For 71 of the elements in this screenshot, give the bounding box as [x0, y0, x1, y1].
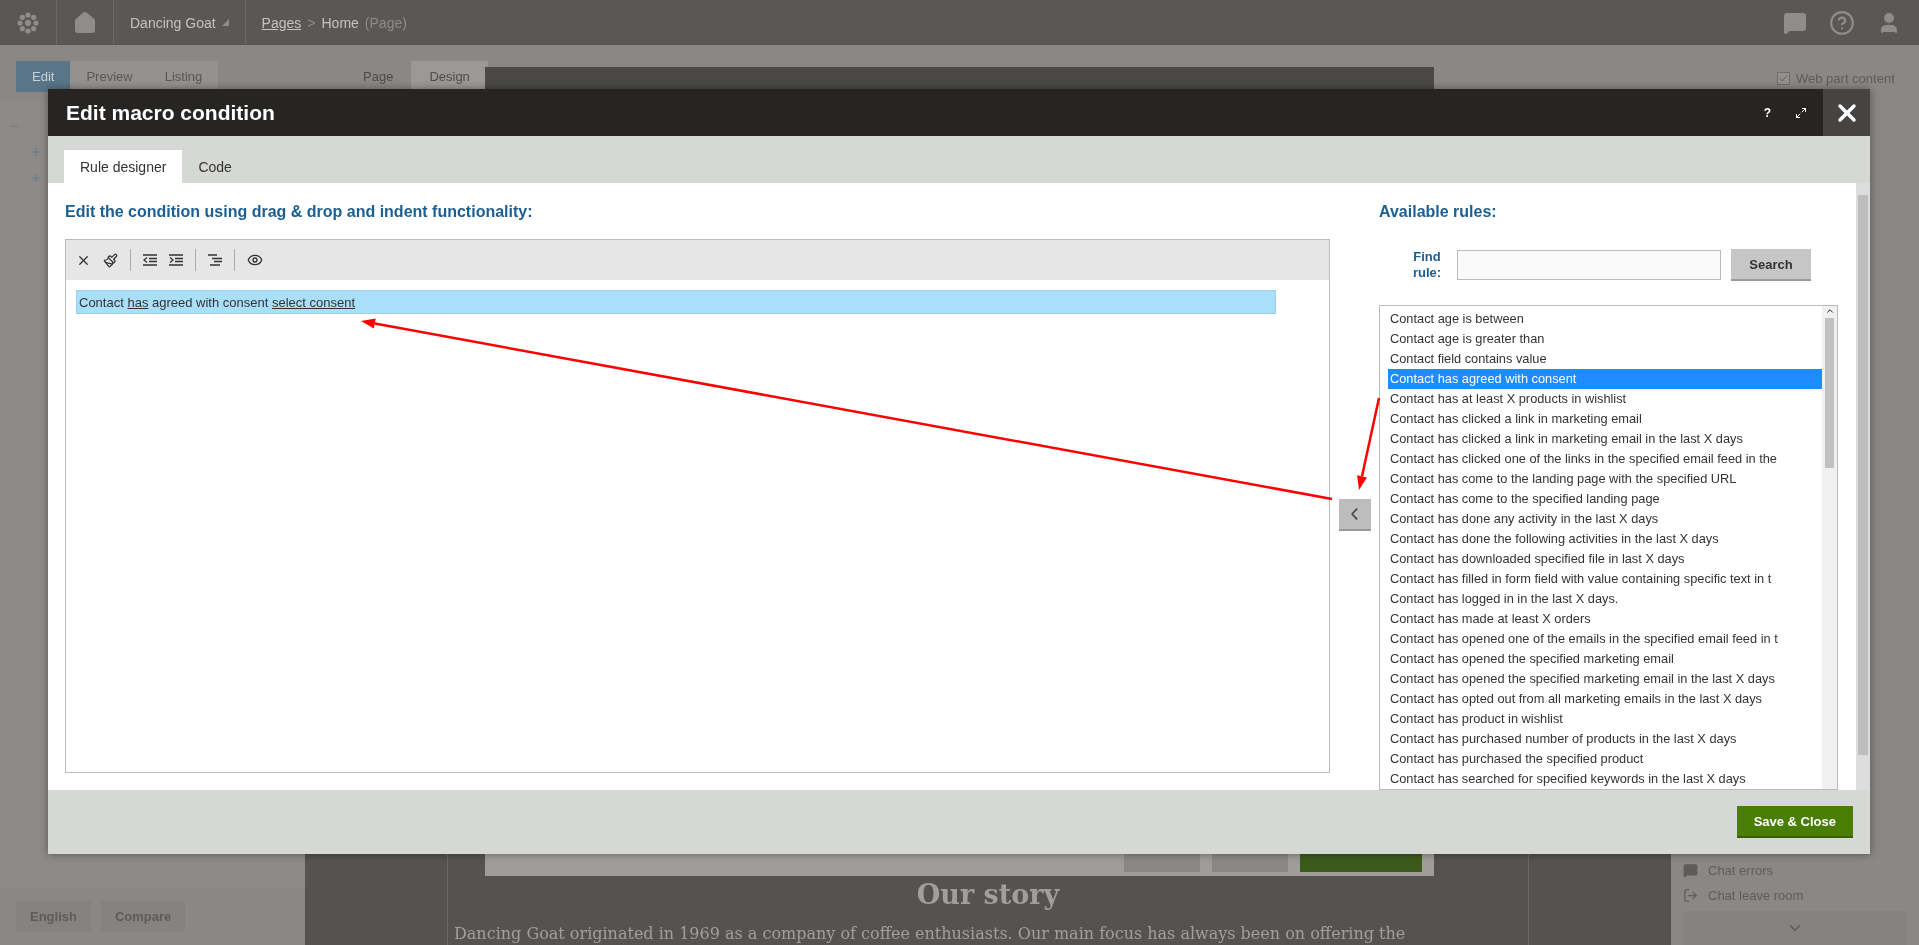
rule-item[interactable]: Contact age is between	[1388, 309, 1822, 329]
breadcrumb-current: Home	[321, 14, 359, 31]
section-heading: Edit the condition using drag & drop and indent functionality:	[65, 203, 534, 222]
help-button[interactable]: ?	[1763, 105, 1771, 120]
find-label: Find rule:	[1411, 249, 1443, 281]
rule-item[interactable]: Contact has product in wishlist	[1388, 709, 1822, 729]
rule-item[interactable]: Contact has opened one of the emails in the specified email feed in t	[1388, 629, 1822, 649]
rule-item[interactable]: Contact has searched for specified keywords in the last X days	[1388, 769, 1822, 789]
rule-item[interactable]: Contact has opened the specified marketing email	[1388, 649, 1822, 669]
outdent-icon[interactable]	[143, 254, 157, 266]
scrollbar[interactable]	[1856, 183, 1870, 790]
expand-icon[interactable]	[30, 146, 42, 158]
rule-item[interactable]: Contact has logged in in the last X days.	[1388, 589, 1822, 609]
help-icon[interactable]	[1829, 9, 1855, 36]
add-rule-button[interactable]	[1338, 499, 1371, 531]
condition-link[interactable]: select consent	[271, 294, 356, 310]
condition-row[interactable]: Contact has agreed with consent select consent	[76, 290, 1276, 314]
align-icon[interactable]	[208, 254, 222, 266]
scrollbar-thumb[interactable]	[1858, 195, 1868, 755]
rule-item[interactable]: Contact field contains value	[1388, 349, 1822, 369]
condition-text: Contact has agreed with consent select consent	[79, 294, 356, 310]
rule-item[interactable]: Contact has opened the specified marketing email in the last X days	[1388, 669, 1822, 689]
rule-item[interactable]: Contact has clicked one of the links in the specified email feed in the	[1388, 449, 1822, 469]
story-heading: Our story	[916, 879, 1060, 910]
site-selector[interactable]: Dancing Goat	[130, 14, 216, 31]
breadcrumb-separator: >	[307, 14, 316, 31]
rule-item[interactable]: Contact age is greater than	[1388, 329, 1822, 349]
rule-item[interactable]: Contact has done any activity in the last X days	[1388, 509, 1822, 529]
button[interactable]	[1124, 854, 1200, 872]
scrollbar-thumb[interactable]	[1825, 318, 1834, 468]
rule-item[interactable]: Contact has clicked a link in marketing email in the last X days	[1388, 429, 1822, 449]
rule-item[interactable]: Contact has made at least X orders	[1388, 609, 1822, 629]
chat-icon	[1683, 863, 1698, 878]
condition-link[interactable]: has	[127, 294, 149, 310]
find-field[interactable]	[1457, 250, 1721, 280]
dialog-tab[interactable]: Code	[182, 150, 248, 183]
checkbox[interactable]	[1777, 72, 1790, 85]
story-paragraph: Dancing Goat originated in 1969 as a company of coffee enthusiasts. Our main focus has always been on offering the	[453, 924, 1406, 943]
rule-item[interactable]: Contact has done the following activities in the last X days	[1388, 529, 1822, 549]
rule-item[interactable]: Contact has purchased the specified product	[1388, 749, 1822, 769]
condition-editor[interactable]: Contact has agreed with consent select consent	[65, 239, 1330, 773]
preview-icon[interactable]	[247, 252, 263, 268]
scroll-up-icon[interactable]	[1824, 306, 1835, 316]
chevron-left-icon	[1351, 508, 1358, 520]
search-button[interactable]: Search	[1731, 249, 1811, 281]
dialog-title: Edit macro condition	[66, 100, 275, 125]
home-icon[interactable]	[73, 10, 97, 35]
scrollbar[interactable]	[1822, 306, 1837, 789]
rule-item[interactable]: Contact has at least X products in wishlist	[1388, 389, 1822, 409]
save-close-button[interactable]: Save & Close	[1736, 806, 1853, 838]
close-button[interactable]	[1823, 89, 1870, 136]
brush-icon[interactable]	[103, 252, 118, 268]
flower-logo-icon[interactable]	[16, 10, 40, 35]
chat-icon[interactable]	[1783, 10, 1807, 35]
rule-item[interactable]: Contact has purchased number of products in the last X days	[1388, 729, 1822, 749]
breadcrumb-link[interactable]: Pages	[261, 14, 302, 31]
rule-item[interactable]: Contact has come to the landing page with the specified URL	[1388, 469, 1822, 489]
exit-icon	[1683, 888, 1698, 903]
rule-item[interactable]: Contact has filled in form field with value containing specific text in t	[1388, 569, 1822, 589]
rule-item[interactable]: Contact has opted out from all marketing emails in the last X days	[1388, 689, 1822, 709]
indent-icon[interactable]	[169, 254, 183, 266]
maximize-icon[interactable]	[1795, 106, 1807, 119]
rule-item[interactable]: Contact has downloaded specified file in last X days	[1388, 549, 1822, 569]
dialog-tab[interactable]: Rule designer	[64, 150, 183, 183]
rule-item[interactable]: Contact has clicked a link in marketing email	[1388, 409, 1822, 429]
rule-item[interactable]: Contact has come to the specified landing page	[1388, 489, 1822, 509]
caret-icon	[221, 19, 229, 26]
button[interactable]	[1212, 854, 1288, 872]
expand-icon[interactable]	[30, 172, 42, 184]
section-heading: Available rules:	[1379, 203, 1498, 222]
button[interactable]	[1300, 854, 1422, 872]
